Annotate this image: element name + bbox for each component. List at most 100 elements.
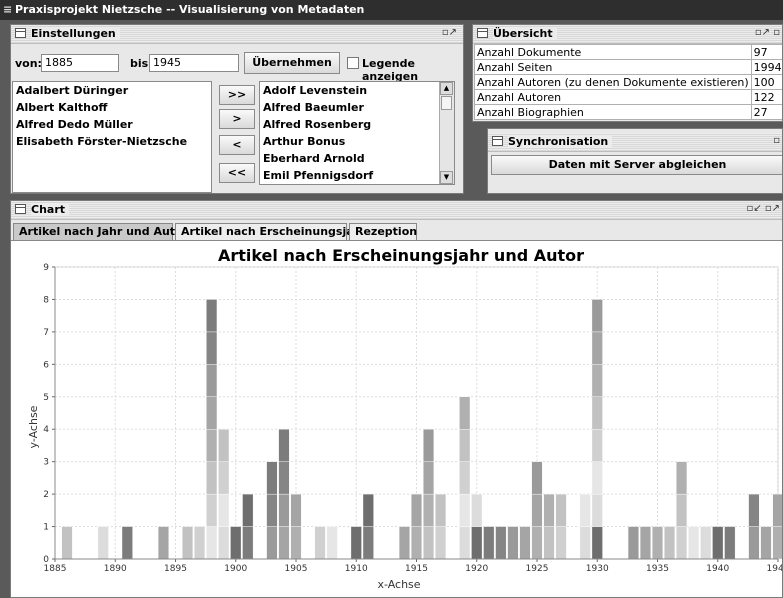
window-icon	[477, 28, 488, 38]
list-item[interactable]: Emil Pfennigsdorf	[260, 167, 454, 184]
bar-segment	[410, 493, 423, 527]
bar-segment	[651, 526, 664, 560]
bar-segment	[760, 526, 772, 560]
bar-segment	[676, 526, 688, 560]
y-axis-label: y-Achse	[27, 405, 40, 448]
table-cell: Anzahl Autoren (zu denen Dokumente exist…	[474, 74, 752, 90]
bar-segment	[423, 493, 435, 527]
app-title: Praxisprojekt Nietzsche -- Visualisierun…	[15, 3, 365, 16]
list-item[interactable]: Eberhard Arnold	[260, 150, 454, 167]
tab-jahr-und-autor[interactable]: Artikel nach Jahr und Autor	[13, 223, 188, 240]
y-tick-label: 1	[43, 523, 49, 533]
x-tick-label: 1935	[646, 564, 669, 574]
window-icon	[15, 28, 26, 38]
bar-segment	[423, 429, 435, 462]
synchronisation-panel: Synchronisation ▫ Daten mit Server abgle…	[487, 128, 783, 194]
bar-segment	[278, 461, 290, 495]
bar-segment	[591, 364, 603, 397]
move-right-button[interactable]: >	[219, 109, 255, 129]
uebersicht-header[interactable]: Übersicht ▫↗ ▫	[473, 25, 782, 44]
list-item[interactable]: Alfred Rosenberg	[260, 116, 454, 133]
list-item[interactable]: Alfred Dedo Müller	[13, 116, 211, 133]
table-row: Anzahl Dokumente 97	[474, 44, 782, 60]
bar-segment	[591, 396, 603, 430]
bar-segment	[206, 429, 218, 462]
bar-segment	[97, 526, 109, 560]
maximize-icon[interactable]: ▫	[773, 135, 780, 147]
list-item[interactable]: Adalbert Düringer	[13, 82, 211, 99]
bar-segment	[555, 526, 567, 560]
bar-segment	[676, 493, 688, 527]
move-left-button[interactable]: <	[219, 135, 255, 155]
chart-header[interactable]: Chart ▫↙ ▫↗	[11, 201, 782, 220]
tab-erscheinungsjahr[interactable]: Artikel nach Erscheinungsjahr	[175, 223, 367, 240]
list-item[interactable]: Arthur Bonus	[260, 133, 454, 150]
selected-authors-list[interactable]: Adolf Levenstein Alfred Baeumler Alfred …	[259, 81, 455, 185]
bar-segment	[591, 299, 603, 333]
scroll-up-icon[interactable]: ▲	[440, 82, 453, 95]
bar-segment	[555, 493, 567, 527]
bar-segment	[326, 526, 338, 560]
table-cell: 1994	[750, 59, 782, 75]
einstellungen-header[interactable]: Einstellungen ▫↗	[11, 25, 463, 44]
available-authors-list[interactable]: Adalbert Düringer Albert Kalthoff Alfred…	[12, 81, 212, 193]
apply-button[interactable]: Übernehmen	[244, 52, 340, 74]
bar-segment	[459, 526, 471, 560]
bar-segment	[423, 526, 435, 560]
bar-segment	[639, 526, 651, 560]
x-tick-label: 1890	[104, 564, 127, 574]
list-item[interactable]: Alfred Baeumler	[260, 99, 454, 116]
bar-segment	[121, 526, 133, 560]
bar-segment	[206, 526, 218, 560]
maximize-icon[interactable]: ▫↗ ▫	[755, 27, 780, 39]
bar-segment	[61, 526, 73, 560]
bar-segment	[398, 526, 410, 560]
maximize-icon[interactable]: ▫↙ ▫↗	[747, 203, 781, 215]
app-titlebar: ≡ Praxisprojekt Nietzsche -- Visualisieru…	[0, 0, 783, 20]
table-cell: 27	[750, 104, 782, 120]
bar-segment	[664, 526, 676, 560]
bar-segment	[519, 526, 531, 560]
move-all-left-button[interactable]: <<	[219, 163, 255, 183]
x-tick-label: 1945	[767, 564, 782, 574]
scroll-thumb[interactable]	[441, 96, 452, 110]
bar-segment	[218, 493, 230, 527]
bar-segment	[290, 493, 302, 527]
bar-segment	[700, 526, 712, 560]
bar-segment	[206, 493, 218, 527]
von-input[interactable]: 1885	[41, 54, 119, 72]
bar-segment	[591, 429, 603, 462]
table-cell: Anzahl Autoren	[474, 89, 752, 105]
sync-button[interactable]: Daten mit Server abgleichen	[491, 155, 782, 175]
table-row: Anzahl Autoren (zu denen Dokumente exist…	[474, 74, 782, 90]
list-item[interactable]: Adolf Levenstein	[260, 82, 454, 99]
chart-title: Artikel nach Erscheinungsjahr und Autor	[218, 246, 584, 265]
x-tick-label: 1915	[405, 564, 428, 574]
table-cell: Anzahl Seiten	[474, 59, 752, 75]
legend-label[interactable]: Legende anzeigen	[362, 57, 463, 83]
tab-rezeption[interactable]: Rezeption	[349, 223, 417, 240]
list-item[interactable]: Elisabeth Förster-Nietzsche	[13, 133, 211, 150]
bar-segment	[230, 526, 242, 560]
bar-segment	[278, 526, 290, 560]
bar-segment	[206, 299, 218, 333]
bar-segment	[182, 526, 194, 560]
window-icon	[492, 136, 503, 146]
move-all-right-button[interactable]: >>	[219, 85, 255, 105]
list-scrollbar[interactable]: ▲ ▼	[439, 82, 454, 184]
table-cell: 122	[750, 89, 782, 105]
table-cell: 100	[750, 74, 782, 90]
chart-area: Artikel nach Erscheinungsjahr und Autor …	[11, 241, 782, 597]
synchronisation-header[interactable]: Synchronisation ▫	[488, 133, 782, 152]
einstellungen-panel: Einstellungen ▫↗ von: 1885 bis: 1945 Übe…	[10, 24, 464, 194]
y-tick-label: 9	[43, 263, 49, 273]
scroll-down-icon[interactable]: ▼	[440, 171, 453, 184]
bar-segment	[483, 526, 495, 560]
legend-checkbox[interactable]	[347, 57, 359, 69]
bar-chart: Artikel nach Erscheinungsjahr und Autor …	[27, 246, 782, 591]
bar-segment	[206, 331, 218, 365]
chart-panel: Chart ▫↙ ▫↗ Artikel nach Jahr und Autor …	[10, 200, 783, 598]
maximize-icon[interactable]: ▫↗	[442, 27, 457, 39]
bis-input[interactable]: 1945	[149, 54, 239, 72]
list-item[interactable]: Albert Kalthoff	[13, 99, 211, 116]
